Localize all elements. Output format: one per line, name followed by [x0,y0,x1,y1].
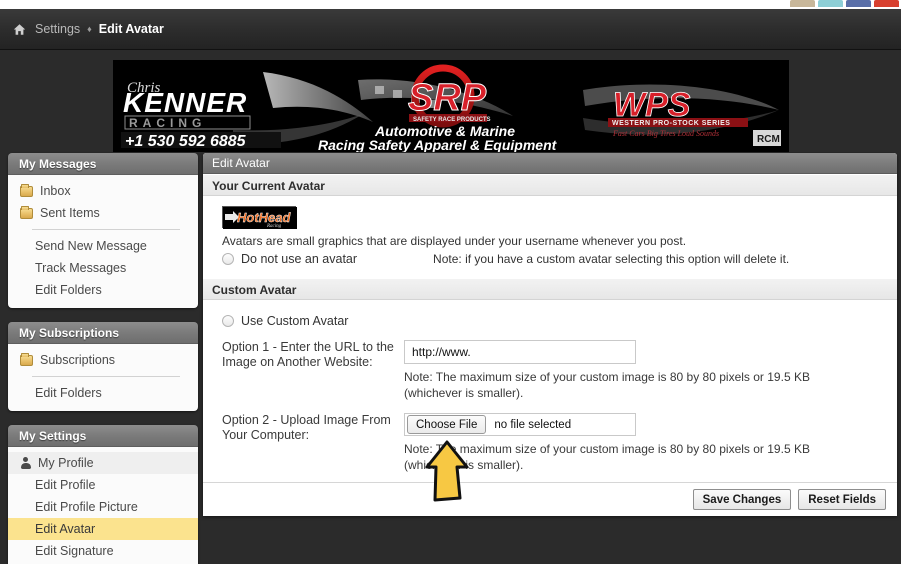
svg-text:RACING: RACING [129,116,206,130]
breadcrumb-parent[interactable]: Settings [35,22,80,36]
section-header-custom-avatar: Custom Avatar [203,278,897,300]
current-avatar-image: HotHead Racing [222,206,297,229]
sidebar-panel: My Subscriptions Subscriptions Edit Folder… [8,322,198,411]
sidebar-panel-body: Inbox Sent Items Send New Message Track Mes… [8,175,198,308]
save-changes-button[interactable]: Save Changes [692,489,792,510]
selected-file-name: no file selected [494,418,572,431]
folder-icon [20,183,33,197]
chrome-tab-1[interactable] [790,0,815,7]
chrome-tab-4[interactable] [874,0,899,7]
sidebar-item-edit-folders[interactable]: Edit Folders [8,279,198,301]
folder-icon [20,205,33,219]
option2-note: Note: The maximum size of your custom im… [404,442,810,472]
main-content-panel: Edit Avatar Your Current Avatar HotHead … [203,153,897,516]
custom-avatar-body: Use Custom Avatar Option 1 - Enter the U… [203,300,897,485]
sidebar-panel: My Messages Inbox Sent Items Send New Messa… [8,153,198,308]
option1-label: Option 1 - Enter the URL to the Image on… [222,340,394,369]
sidebar-item-edit-profile-picture[interactable]: Edit Profile Picture [8,496,198,518]
sidebar-item-label: Edit Avatar [35,522,96,536]
breadcrumb-current: Edit Avatar [98,22,164,36]
svg-text:+1 530 592 6885: +1 530 592 6885 [125,133,247,150]
sidebar-panel-body: Subscriptions Edit Folders [8,344,198,411]
use-custom-avatar-radio[interactable] [222,315,234,327]
no-avatar-label[interactable]: Do not use an avatar [241,252,357,266]
svg-text:SRP: SRP [408,77,487,119]
home-icon[interactable] [13,23,26,36]
sidebar-item-label: My Profile [38,456,94,470]
sidebar-item-label: Edit Profile Picture [35,500,138,514]
sidebar-item-subscriptions[interactable]: Subscriptions [8,349,198,371]
sidebar-divider [32,229,180,230]
no-avatar-note: Note: if you have a custom avatar select… [433,252,790,266]
svg-text:HotHead: HotHead [237,210,292,225]
use-custom-avatar-label[interactable]: Use Custom Avatar [241,314,348,328]
file-upload-control[interactable]: Choose File no file selected [404,413,636,436]
sidebar-item-edit-avatar[interactable]: Edit Avatar [8,518,198,540]
chrome-tab-3[interactable] [846,0,871,7]
svg-text:KENNER: KENNER [123,87,247,118]
option2-row: Option 2 - Upload Image From Your Comput… [222,413,897,473]
person-icon [20,457,31,469]
no-avatar-radio[interactable] [222,253,234,265]
browser-chrome-sliver [0,0,901,9]
use-custom-avatar-row: Use Custom Avatar [222,314,897,328]
choose-file-button[interactable]: Choose File [407,415,487,434]
svg-text:WESTERN PRO-STOCK SERIES: WESTERN PRO-STOCK SERIES [612,120,730,127]
avatar-url-input[interactable] [404,340,636,364]
sidebar-item-label: Edit Folders [35,283,102,297]
sidebar-item-label: Send New Message [35,239,147,253]
chrome-tab-2[interactable] [818,0,843,7]
avatar-description: Avatars are small graphics that are disp… [222,234,687,248]
sidebar-item-label: Subscriptions [40,353,116,367]
svg-text:Racing: Racing [266,224,282,229]
sidebar-item-send-new-message[interactable]: Send New Message [8,235,198,257]
sidebar-divider [32,376,180,377]
banner-advertisement[interactable]: Chris KENNER RACING +1 530 592 6885 SRP … [113,60,789,152]
sidebar-panel-title: My Subscriptions [8,322,198,344]
section-header-current-avatar: Your Current Avatar [203,174,897,196]
option2-label: Option 2 - Upload Image From Your Comput… [222,413,391,442]
sidebar-item-label: Edit Profile [35,478,96,492]
breadcrumb: Settings ♦ Edit Avatar [0,9,901,50]
sidebar-item-label: Inbox [40,184,71,198]
sidebar-item-sent-items[interactable]: Sent Items [8,202,198,224]
sidebar-panel-title: My Settings [8,425,198,447]
sidebar-panel: My Settings My Profile Edit Profile Edit Pr… [8,425,198,564]
sidebar-panel-title: My Messages [8,153,198,175]
sidebar-item-label: Edit Signature [35,544,114,558]
content-window-title: Edit Avatar [203,153,897,174]
sidebar-item-edit-folders[interactable]: Edit Folders [8,382,198,404]
svg-text:Fast Cars Big Tires Loud Sound: Fast Cars Big Tires Loud Sounds [612,129,719,138]
sidebar-item-label: Edit Folders [35,386,102,400]
sidebar-item-edit-signature[interactable]: Edit Signature [8,540,198,562]
reset-fields-button[interactable]: Reset Fields [798,489,886,510]
sidebar-item-my-profile[interactable]: My Profile [8,452,198,474]
content-footer: Save Changes Reset Fields [203,482,897,516]
sidebar: My Messages Inbox Sent Items Send New Messa… [8,153,198,564]
sidebar-item-inbox[interactable]: Inbox [8,180,198,202]
sidebar-panel-body: My Profile Edit Profile Edit Profile Pictu… [8,447,198,564]
sidebar-item-label: Track Messages [35,261,127,275]
sidebar-item-label: Sent Items [40,206,100,220]
option1-field-group: Note: The maximum size of your custom im… [404,340,897,401]
svg-text:Racing Safety Apparel & Equipm: Racing Safety Apparel & Equipment [318,137,558,152]
no-avatar-option-row: Do not use an avatar Note: if you have a… [222,252,897,266]
svg-text:RCM: RCM [757,134,780,145]
option1-row: Option 1 - Enter the URL to the Image on… [222,340,897,401]
page-root: Settings ♦ Edit Avatar Chris KENNER RACI… [0,0,901,564]
folder-icon [20,352,33,366]
sidebar-item-track-messages[interactable]: Track Messages [8,257,198,279]
option2-field-group: Choose File no file selected Note: The m… [404,413,897,473]
option1-note: Note: The maximum size of your custom im… [404,370,810,400]
breadcrumb-separator-icon: ♦ [87,23,92,34]
current-avatar-body: HotHead Racing Avatars are small graphic… [203,196,897,278]
sidebar-item-edit-profile[interactable]: Edit Profile [8,474,198,496]
